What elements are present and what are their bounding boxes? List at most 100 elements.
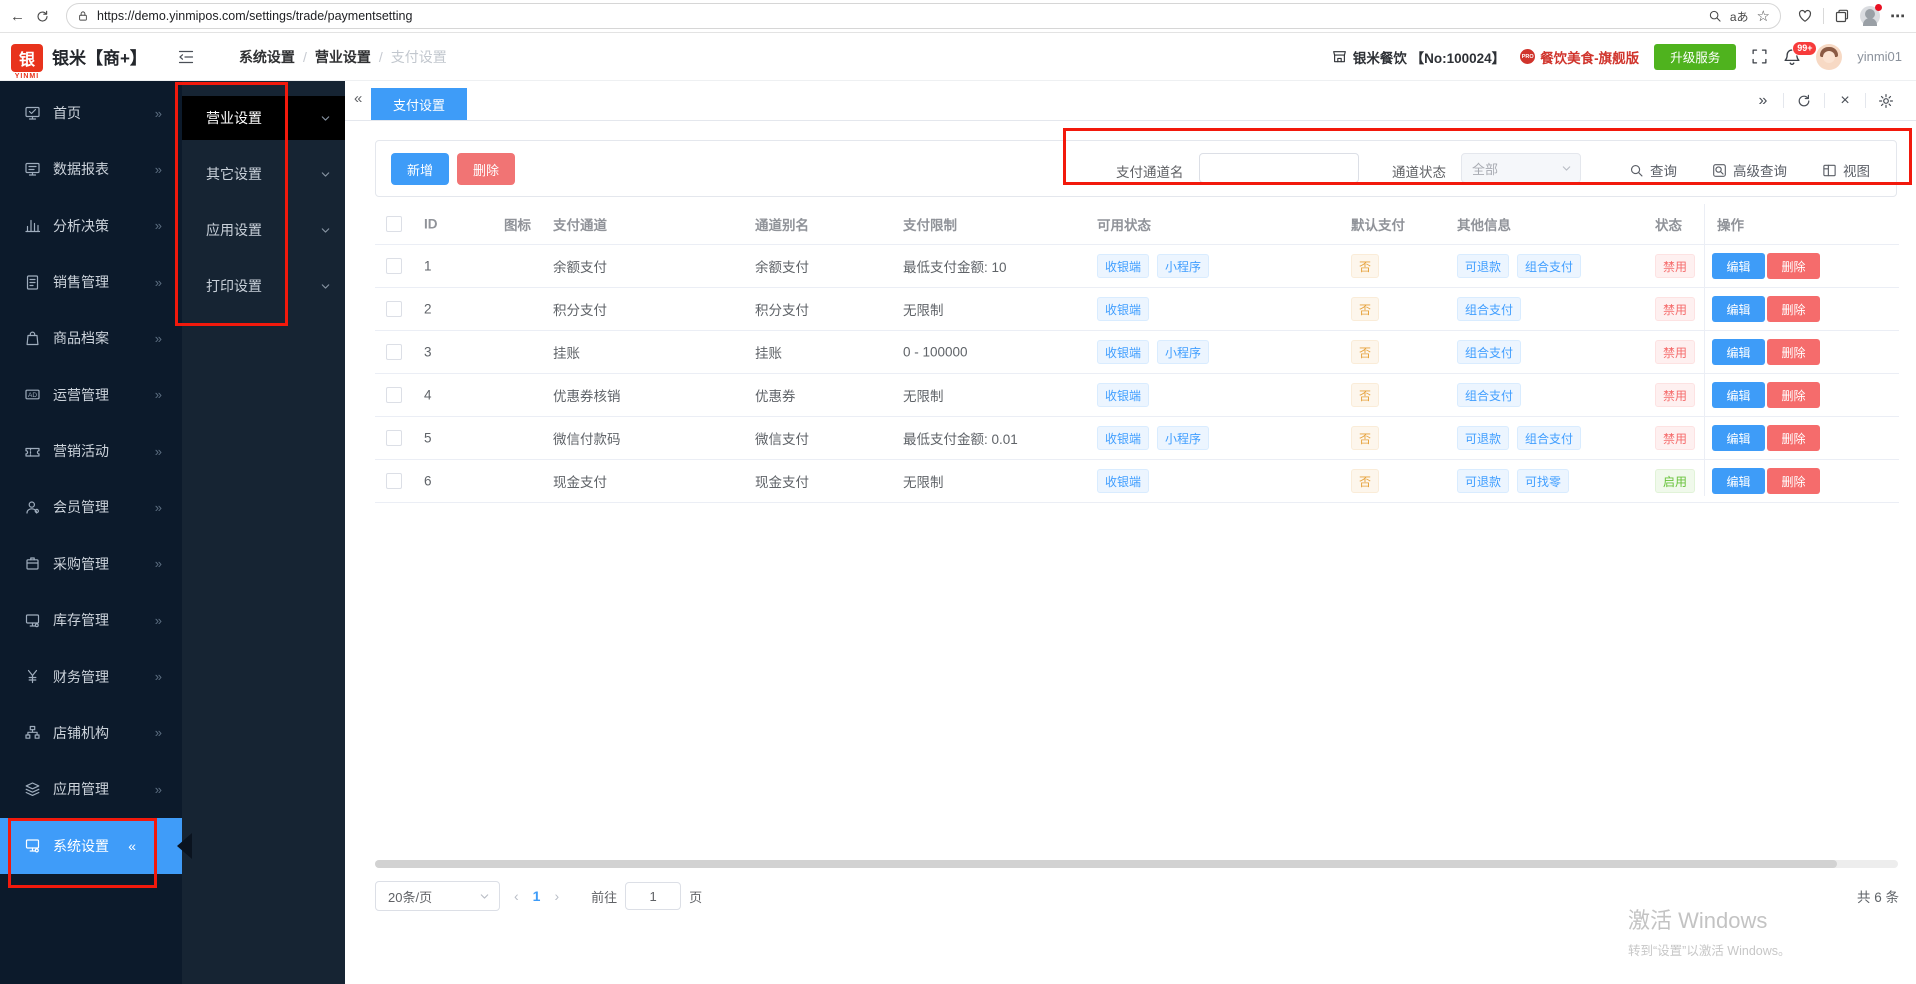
goods-icon (24, 330, 41, 347)
sidebar-item-会员管理[interactable]: 会员管理 » (0, 479, 182, 535)
search-button[interactable]: 查询 (1629, 160, 1677, 180)
notification-bell[interactable]: 99+ (1783, 40, 1818, 66)
cell-limit: 最低支付金额: 10 (903, 260, 1007, 275)
user-avatar[interactable] (1816, 43, 1843, 70)
cell-default-pay: 否 (1351, 297, 1380, 321)
view-button[interactable]: 视图 (1822, 160, 1870, 180)
refresh-tab-icon[interactable] (1796, 93, 1812, 109)
translate-icon[interactable]: aあ (1730, 8, 1749, 25)
row-delete-button[interactable]: 删除 (1767, 296, 1820, 322)
browser-profile-avatar[interactable] (1860, 4, 1882, 26)
row-delete-button[interactable]: 删除 (1767, 253, 1820, 279)
breadcrumb-current: 支付设置 (390, 48, 447, 65)
channel-status-select[interactable]: 全部 (1461, 153, 1581, 183)
menu-fold-icon[interactable] (177, 48, 195, 66)
cell-alias: 余额支付 (755, 260, 809, 275)
channel-name-input[interactable] (1199, 153, 1359, 183)
row-delete-button[interactable]: 删除 (1767, 382, 1820, 408)
edit-button[interactable]: 编辑 (1712, 425, 1765, 451)
cell-alias: 现金支付 (755, 475, 809, 490)
edit-button[interactable]: 编辑 (1712, 468, 1765, 494)
search-in-page-icon[interactable] (1708, 9, 1722, 23)
browser-essentials-icon[interactable] (1797, 8, 1813, 24)
select-all-checkbox[interactable] (386, 216, 402, 232)
tab-payment-settings[interactable]: 支付设置 (371, 88, 468, 120)
sidebar-item-运营管理[interactable]: AD 运营管理 » (0, 367, 182, 423)
row-checkbox[interactable] (386, 258, 402, 274)
sidebar-item-首页[interactable]: 首页 » (0, 85, 182, 141)
page-unit-label: 页 (689, 889, 703, 905)
submenu-item-营业设置[interactable]: 营业设置 (182, 96, 345, 140)
cell-status: 禁用 (1655, 297, 1696, 321)
submenu-notch (177, 832, 192, 859)
cell-id: 4 (424, 387, 432, 403)
address-bar[interactable]: https://demo.yinmipos.com/settings/trade… (66, 3, 1781, 29)
browser-back-icon[interactable]: ← (10, 9, 25, 24)
main-content: « 支付设置 » × 新增 删除 支付通道名 通道状态 全部 查询 高级查询 视… (345, 81, 1916, 984)
browser-refresh-icon[interactable] (35, 9, 50, 24)
cell-channel: 优惠券核销 (553, 389, 621, 404)
sidebar-item-数据报表[interactable]: 数据报表 » (0, 141, 182, 197)
favorite-star-icon[interactable]: ☆ (1757, 7, 1770, 25)
add-button[interactable]: 新增 (391, 153, 450, 185)
store-icon (1332, 49, 1347, 64)
prev-page-icon[interactable]: ‹ (514, 888, 519, 904)
edit-button[interactable]: 编辑 (1712, 296, 1765, 322)
next-page-icon[interactable]: › (554, 888, 559, 904)
close-tab-icon[interactable]: × (1837, 92, 1853, 109)
sidebar-item-库存管理[interactable]: 库存管理 » (0, 592, 182, 648)
row-checkbox[interactable] (386, 473, 402, 489)
goto-page-input[interactable] (625, 882, 682, 910)
sidebar-item-分析决策[interactable]: 分析决策 » (0, 198, 182, 254)
sidebar-item-营销活动[interactable]: 营销活动 » (0, 423, 182, 479)
sidebar-item-采购管理[interactable]: 采购管理 » (0, 536, 182, 592)
scrollbar-thumb[interactable] (375, 860, 1837, 868)
cell-default-pay: 否 (1351, 340, 1380, 364)
sidebar-item-店铺机构[interactable]: 店铺机构 » (0, 705, 182, 761)
sidebar-item-label: 商品档案 (53, 330, 109, 347)
status-tag: 启用 (1655, 469, 1696, 493)
page-size-select[interactable]: 20条/页 (375, 881, 500, 911)
browser-menu-icon[interactable]: ⋯ (1890, 9, 1906, 24)
double-chevron-right-icon: » (154, 443, 162, 459)
edit-button[interactable]: 编辑 (1712, 339, 1765, 365)
upgrade-service-button[interactable]: 升级服务 (1654, 43, 1737, 70)
sidebar-item-label: 营销活动 (53, 443, 109, 460)
sidebar-item-应用管理[interactable]: 应用管理 » (0, 761, 182, 817)
collections-icon[interactable] (1834, 8, 1850, 24)
row-checkbox[interactable] (386, 344, 402, 360)
cell-default-pay: 否 (1351, 469, 1380, 493)
sidebar-item-商品档案[interactable]: 商品档案 » (0, 310, 182, 366)
row-checkbox[interactable] (386, 301, 402, 317)
row-delete-button[interactable]: 删除 (1767, 468, 1820, 494)
tabs-scroll-right-icon[interactable]: » (1755, 92, 1771, 109)
row-checkbox[interactable] (386, 387, 402, 403)
fullscreen-icon[interactable] (1751, 48, 1768, 65)
cell-alias: 微信支付 (755, 432, 809, 447)
table-row: 6 现金支付 现金支付 无限制 收银端 否 可退款 可找零 启用 编辑 删除 (375, 460, 1899, 503)
collapse-sidebar-icon[interactable]: « (128, 838, 136, 854)
row-checkbox[interactable] (386, 430, 402, 446)
edit-button[interactable]: 编辑 (1712, 253, 1765, 279)
advanced-search-button[interactable]: 高级查询 (1712, 160, 1787, 180)
breadcrumb-item[interactable]: 营业设置 (315, 47, 371, 67)
row-delete-button[interactable]: 删除 (1767, 339, 1820, 365)
sidebar-item-财务管理[interactable]: 财务管理 » (0, 649, 182, 705)
finance-icon (24, 668, 41, 685)
sidebar-item-销售管理[interactable]: 销售管理 » (0, 254, 182, 310)
cell-status: 禁用 (1655, 383, 1696, 407)
row-delete-button[interactable]: 删除 (1767, 425, 1820, 451)
breadcrumb-item[interactable]: 系统设置 (239, 47, 295, 67)
edit-button[interactable]: 编辑 (1712, 382, 1765, 408)
sidebar-item-系统设置[interactable]: 系统设置 « (0, 817, 192, 874)
tab-settings-gear-icon[interactable] (1878, 93, 1894, 109)
current-page[interactable]: 1 (533, 888, 541, 904)
delete-button[interactable]: 删除 (457, 153, 516, 185)
tabs-scroll-left-icon[interactable]: « (354, 90, 362, 107)
status-tag: 禁用 (1655, 340, 1696, 364)
submenu-item-应用设置[interactable]: 应用设置 (182, 208, 345, 252)
submenu-item-其它设置[interactable]: 其它设置 (182, 152, 345, 196)
submenu-item-打印设置[interactable]: 打印设置 (182, 264, 345, 308)
app-title: 银米【商+】 (52, 49, 147, 68)
sidebar-item-label: 财务管理 (53, 668, 109, 685)
